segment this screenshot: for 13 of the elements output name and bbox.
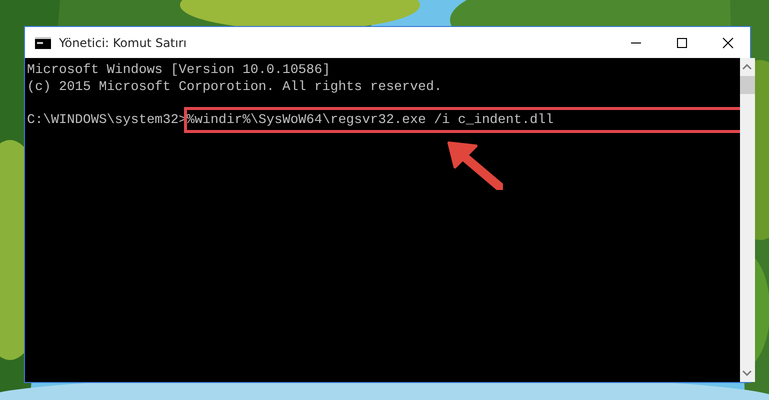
console-icon bbox=[35, 36, 51, 48]
maximize-icon[interactable] bbox=[676, 36, 688, 48]
console-line: (c) 2015 Microsoft Corporotion. All rights reserved. bbox=[27, 78, 443, 95]
close-icon[interactable] bbox=[722, 36, 734, 48]
console-line: Microsoft Windows [Version 10.0.10586] bbox=[27, 62, 332, 78]
scrollbar[interactable] bbox=[740, 58, 755, 382]
scroll-up-icon[interactable] bbox=[742, 64, 752, 70]
command-text: %windir%\SysWoW64\regsvr32.exe /i c_indent.dll bbox=[186, 110, 740, 130]
scroll-down-icon[interactable] bbox=[742, 370, 752, 376]
window-title: Yönetici: Komut Satırı bbox=[59, 36, 188, 50]
command-prompt: C:\WINDOWS\system32> bbox=[27, 112, 187, 128]
arrow-icon bbox=[447, 140, 503, 190]
scrollbar-thumb[interactable] bbox=[740, 76, 755, 94]
